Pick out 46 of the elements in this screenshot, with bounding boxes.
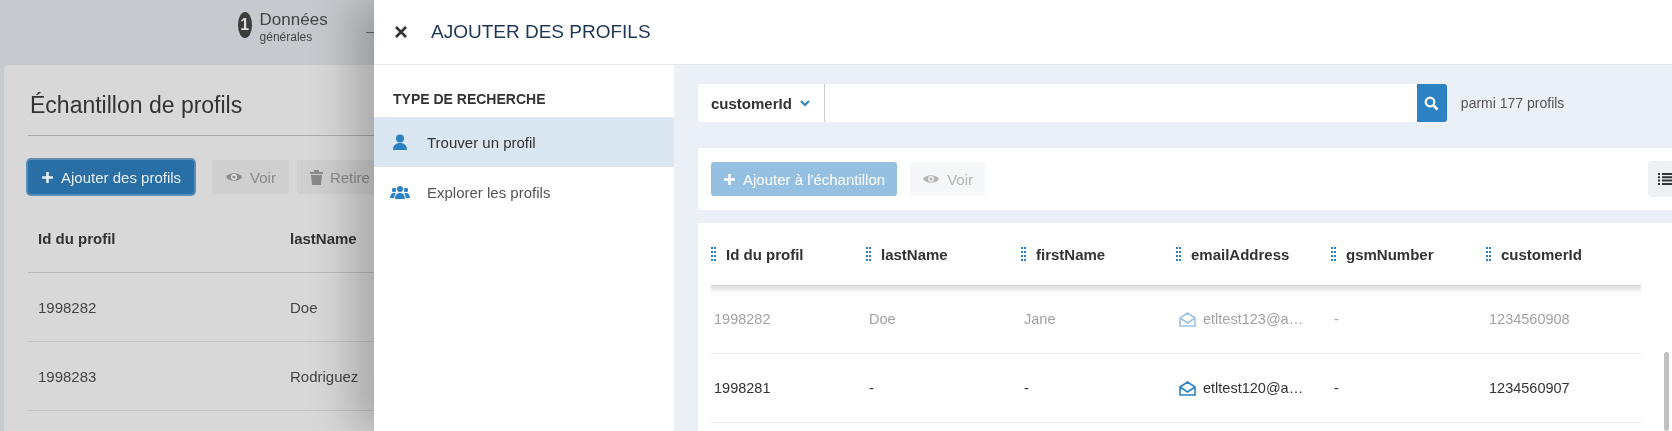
search-icon bbox=[1424, 95, 1440, 111]
plus-icon bbox=[723, 172, 736, 186]
plus-icon bbox=[41, 170, 54, 184]
drag-handle-icon[interactable] bbox=[866, 246, 871, 262]
dialog-title: AJOUTER DES PROFILS bbox=[431, 21, 651, 43]
drag-handle-icon[interactable] bbox=[1486, 246, 1491, 262]
envelope-icon bbox=[1179, 311, 1196, 327]
column-header[interactable]: firstName bbox=[1021, 223, 1176, 285]
step-number: 1 bbox=[238, 12, 252, 38]
step-label: Données bbox=[259, 10, 328, 30]
list-view-icon[interactable] bbox=[1648, 161, 1672, 197]
drag-handle-icon[interactable] bbox=[711, 246, 716, 262]
step-sublabel: générales bbox=[259, 30, 314, 44]
eye-icon bbox=[225, 171, 244, 183]
column-header: Id du profil bbox=[28, 204, 290, 273]
chevron-icon bbox=[799, 99, 810, 107]
add-button[interactable]: Ajouter des profils bbox=[28, 160, 195, 194]
trash-icon bbox=[309, 169, 323, 185]
users-icon bbox=[390, 185, 410, 199]
column-header[interactable]: customerId bbox=[1486, 223, 1641, 285]
table-cell: 1998282 bbox=[28, 273, 290, 342]
envelope-icon bbox=[1179, 380, 1196, 396]
table-cell: - bbox=[1331, 354, 1486, 423]
drag-handle-icon[interactable] bbox=[1021, 246, 1026, 262]
eye-icon bbox=[922, 173, 941, 185]
close-icon[interactable] bbox=[394, 25, 408, 39]
drag-handle-icon[interactable] bbox=[1331, 246, 1336, 262]
column-header[interactable]: lastName bbox=[866, 223, 1021, 285]
drag-handle-icon[interactable] bbox=[1176, 246, 1181, 262]
table-cell: 1234560907 bbox=[1486, 354, 1641, 423]
table-cell: - bbox=[866, 354, 1021, 423]
column-header[interactable]: gsmNumber bbox=[1331, 223, 1486, 285]
table-cell: 1998283 bbox=[28, 342, 290, 411]
search-button[interactable] bbox=[1416, 84, 1447, 122]
table-cell: - bbox=[1021, 354, 1176, 423]
user-icon bbox=[390, 134, 410, 150]
table-cell: etltest120@a… bbox=[1176, 354, 1331, 423]
column-header[interactable]: emailAddress bbox=[1176, 223, 1331, 285]
sidebar-item[interactable]: Explorer les profils bbox=[374, 167, 674, 217]
sidebar-item[interactable]: Trouver un profil bbox=[374, 117, 674, 167]
search-field[interactable] bbox=[824, 84, 1417, 122]
table-cell: 1998281 bbox=[711, 354, 866, 423]
sidebar-heading: TYPE DE RECHERCHE bbox=[392, 90, 547, 109]
field-dropdown[interactable]: customerId bbox=[698, 84, 825, 122]
result-count: parmi 177 profils bbox=[1460, 95, 1565, 111]
column-header[interactable]: Id du profil bbox=[711, 223, 866, 285]
